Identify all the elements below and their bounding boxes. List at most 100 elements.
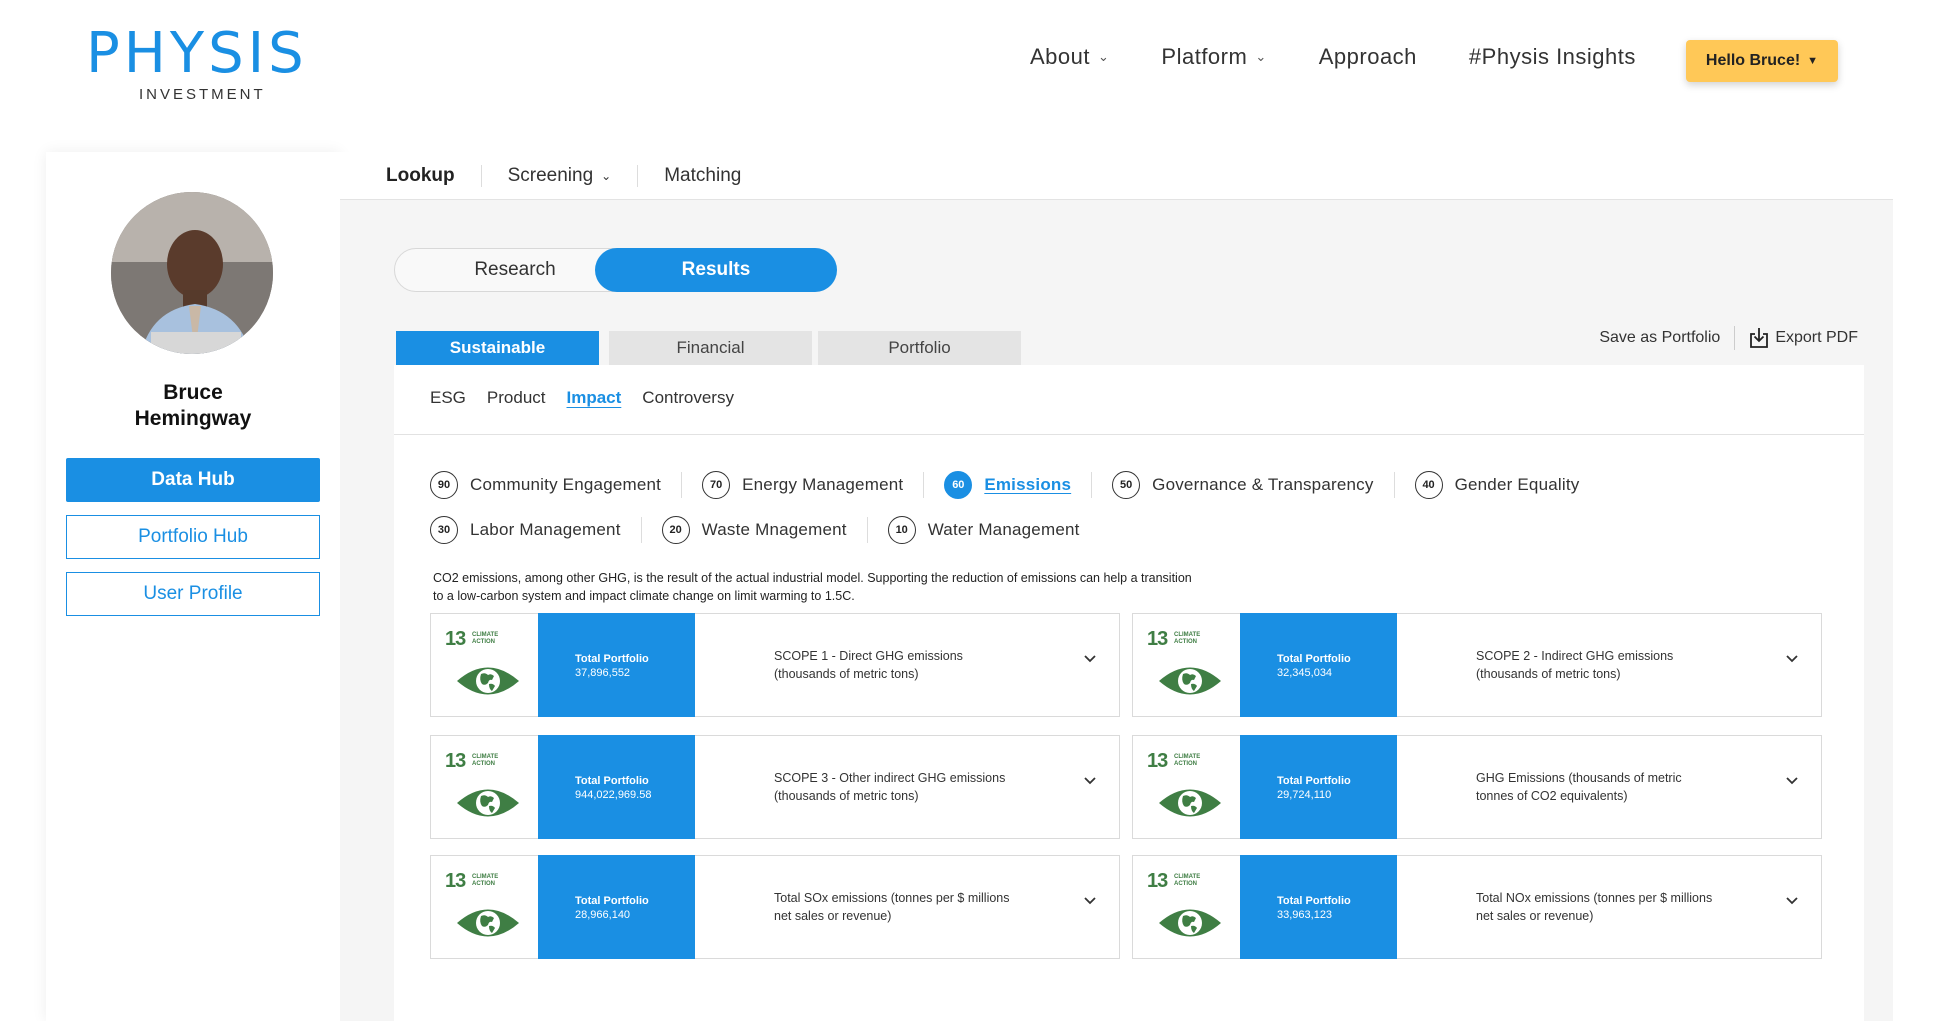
export-pdf-button[interactable]: Export PDF	[1749, 327, 1858, 349]
topic-label: Energy Management	[742, 475, 904, 494]
sdg-text-line: CLIMATE	[1174, 874, 1201, 880]
emission-card[interactable]: 13 CLIMATE ACTION Total Portfolio 29,724,110…	[1132, 735, 1822, 839]
total-label: Total Portfolio	[1277, 895, 1351, 907]
sdg-13-badge: 13 CLIMATE ACTION	[1147, 750, 1221, 830]
chevron-down-icon[interactable]	[1083, 896, 1097, 906]
user-first-name: Bruce	[163, 381, 223, 404]
tab-financial[interactable]: Financial	[609, 331, 812, 365]
portfolio-hub-button[interactable]: Portfolio Hub	[66, 515, 320, 559]
tab-sustainable[interactable]: Sustainable	[396, 331, 599, 365]
nav-item-approach[interactable]: Approach	[1319, 44, 1417, 70]
sdg-text: CLIMATE ACTION	[1174, 754, 1200, 768]
topic-label: Emissions	[984, 475, 1072, 494]
topic-label: Water Management	[927, 520, 1080, 539]
avatar-photo	[111, 192, 273, 354]
chevron-down-icon[interactable]	[1083, 654, 1097, 664]
sdg-13-badge: 13 CLIMATE ACTION	[445, 628, 519, 708]
tab-lookup[interactable]: Lookup	[386, 164, 482, 187]
emission-card[interactable]: 13 CLIMATE ACTION Total Portfolio 32,345,034…	[1132, 613, 1822, 717]
total-label: Total Portfolio	[1277, 775, 1351, 787]
chevron-down-icon[interactable]	[1083, 776, 1097, 786]
data-hub-button[interactable]: Data Hub	[66, 458, 320, 502]
sdg-number: 13	[1147, 628, 1168, 650]
metric-label: GHG Emissions (thousands of metric tonne…	[1476, 736, 1716, 838]
topic-label: Gender Equality	[1454, 475, 1580, 494]
main-content: Lookup Screening ⌄ Matching Research Res…	[340, 152, 1893, 1021]
topic-governance-transparency[interactable]: 50 Governance & Transparency	[1112, 471, 1395, 499]
topic-energy-management[interactable]: 70 Energy Management	[702, 471, 925, 499]
sdg-number: 13	[445, 628, 466, 650]
sdg-13-badge: 13 CLIMATE ACTION	[1147, 870, 1221, 950]
user-menu-button[interactable]: Hello Bruce! ▼	[1686, 40, 1838, 82]
nav-item-platform[interactable]: Platform ⌄	[1161, 44, 1266, 70]
sdg-text: CLIMATE ACTION	[472, 874, 498, 888]
chevron-down-icon: ⌄	[1255, 49, 1267, 64]
climate-eye-icon	[1159, 789, 1221, 817]
tab-screening[interactable]: Screening ⌄	[508, 164, 639, 187]
topic-water-management[interactable]: 10 Water Management	[887, 516, 1100, 544]
metric-label: Total NOx emissions (tonnes per $ millio…	[1476, 856, 1716, 958]
tab-portfolio[interactable]: Portfolio	[818, 331, 1021, 365]
score-badge: 70	[702, 471, 731, 499]
score-badge: 20	[661, 516, 690, 544]
sdg-text-line: ACTION	[472, 881, 495, 887]
impact-panel: ESG Product Impact Controversy 90 Commun…	[394, 365, 1864, 1021]
topic-row: 90 Community Engagement 70 Energy Manage…	[430, 467, 1850, 503]
sidebar: Bruce Hemingway Data Hub Portfolio Hub U…	[46, 152, 340, 1021]
sdg-text-line: CLIMATE	[1174, 632, 1201, 638]
sdg-text-line: ACTION	[1174, 881, 1197, 887]
toggle-results[interactable]: Results	[595, 248, 837, 292]
main-nav: About ⌄ Platform ⌄ Approach #Physis Insi…	[1030, 44, 1688, 70]
physis-logo[interactable]: PHYSIS INVESTMENT	[86, 22, 304, 104]
total-portfolio-box: Total Portfolio 32,345,034	[1240, 613, 1397, 717]
metric-label: SCOPE 2 - Indirect GHG emissions (thousa…	[1476, 614, 1716, 716]
subtab-product[interactable]: Product	[487, 388, 546, 408]
site-header: PHYSIS INVESTMENT About ⌄ Platform ⌄ App…	[0, 0, 1933, 130]
topic-labor-management[interactable]: 30 Labor Management	[430, 516, 642, 544]
sdg-13-badge: 13 CLIMATE ACTION	[445, 870, 519, 950]
topic-gender-equality[interactable]: 40 Gender Equality	[1414, 471, 1600, 499]
logo-wordmark: PHYSIS	[86, 21, 308, 86]
nav-item-label: Platform	[1161, 44, 1248, 69]
export-icon	[1750, 328, 1769, 348]
user-name: Bruce Hemingway	[46, 380, 340, 432]
topic-waste-management[interactable]: 20 Waste Mnagement	[661, 516, 868, 544]
metric-text: GHG Emissions (thousands of metric tonne…	[1476, 771, 1682, 803]
nav-item-insights[interactable]: #Physis Insights	[1469, 44, 1636, 70]
nav-item-about[interactable]: About ⌄	[1030, 44, 1109, 70]
total-value: 28,966,140	[575, 909, 631, 921]
emission-card[interactable]: 13 CLIMATE ACTION Total Portfolio 37,896,552…	[430, 613, 1120, 717]
metric-text: SCOPE 2 - Indirect GHG emissions (thousa…	[1476, 649, 1674, 681]
sdg-number: 13	[1147, 750, 1168, 772]
user-profile-button[interactable]: User Profile	[66, 572, 320, 616]
climate-eye-icon	[457, 789, 519, 817]
subtab-controversy[interactable]: Controversy	[642, 388, 734, 408]
total-portfolio-box: Total Portfolio 944,022,969.58	[538, 735, 695, 839]
tab-matching[interactable]: Matching	[664, 165, 767, 187]
save-as-portfolio-link[interactable]: Save as Portfolio	[1599, 326, 1736, 350]
subtab-impact[interactable]: Impact	[567, 388, 622, 408]
chevron-down-icon[interactable]	[1785, 896, 1799, 906]
topic-community-engagement[interactable]: 90 Community Engagement	[430, 471, 683, 499]
emission-card[interactable]: 13 CLIMATE ACTION Total Portfolio 944,022,96…	[430, 735, 1120, 839]
sdg-text: CLIMATE ACTION	[472, 754, 498, 768]
climate-eye-icon	[1159, 909, 1221, 937]
sdg-13-badge: 13 CLIMATE ACTION	[1147, 628, 1221, 708]
sdg-text-line: CLIMATE	[472, 754, 499, 760]
emission-card[interactable]: 13 CLIMATE ACTION Total Portfolio 33,963,123…	[1132, 855, 1822, 959]
logo-subtitle: INVESTMENT	[139, 86, 266, 103]
total-portfolio-box: Total Portfolio 37,896,552	[538, 613, 695, 717]
topic-emissions[interactable]: 60 Emissions	[944, 471, 1093, 499]
tab-label: Lookup	[386, 164, 455, 186]
tab-label: Matching	[664, 164, 742, 186]
emission-card[interactable]: 13 CLIMATE ACTION Total Portfolio 28,966,140…	[430, 855, 1120, 959]
chevron-down-icon[interactable]	[1785, 776, 1799, 786]
sdg-13-badge: 13 CLIMATE ACTION	[445, 750, 519, 830]
total-portfolio-box: Total Portfolio 29,724,110	[1240, 735, 1397, 839]
user-menu-label: Hello Bruce!	[1705, 52, 1801, 69]
chevron-down-icon[interactable]	[1785, 654, 1799, 664]
score-badge: 10	[887, 516, 916, 544]
subtab-esg[interactable]: ESG	[430, 388, 466, 408]
total-portfolio-box: Total Portfolio 33,963,123	[1240, 855, 1397, 959]
metric-text: SCOPE 3 - Other indirect GHG emissions (…	[774, 771, 1006, 803]
